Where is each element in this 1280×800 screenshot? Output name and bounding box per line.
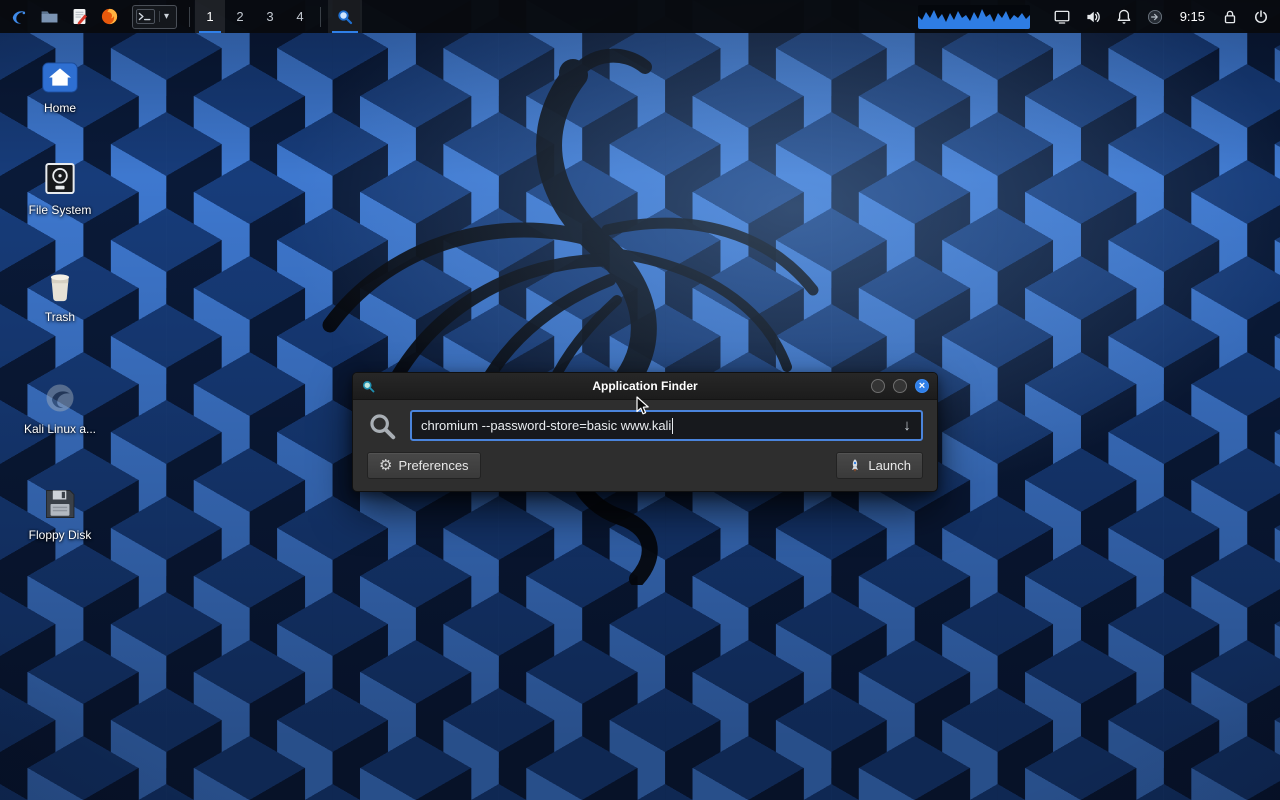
launch-label: Launch	[868, 458, 911, 473]
lock-icon	[1221, 8, 1239, 26]
preferences-button[interactable]: ⚙ Preferences	[367, 452, 481, 479]
application-finder-icon	[361, 379, 376, 394]
trash-icon	[40, 266, 80, 304]
panel-left: ▾ 1 2 3 4	[0, 0, 362, 33]
system-load-graph[interactable]	[918, 5, 1030, 29]
search-icon	[336, 8, 354, 26]
preferences-label: Preferences	[398, 458, 468, 473]
panel-separator	[320, 7, 321, 27]
chevron-down-icon[interactable]: ▾	[159, 11, 173, 22]
search-icon	[367, 411, 397, 441]
clock[interactable]: 9:15	[1175, 9, 1210, 24]
firefox-launcher[interactable]	[94, 0, 124, 33]
desktop-icon-home[interactable]: Home	[12, 60, 108, 117]
firefox-icon	[100, 7, 119, 26]
file-manager-launcher[interactable]	[34, 0, 64, 33]
kali-logo-icon	[10, 7, 29, 26]
desktop-icon-trash[interactable]: Trash	[12, 266, 108, 326]
terminal-launcher-dropdown[interactable]: ▾	[132, 5, 177, 29]
taskbar-application-finder[interactable]	[328, 0, 362, 33]
dialog-body: chromium --password-store=basic www.kali…	[353, 400, 937, 491]
desktop-icon-label: Home	[41, 100, 79, 116]
application-finder-window: Application Finder × chromium --password…	[352, 372, 938, 492]
bell-icon	[1115, 8, 1133, 26]
window-controls: ×	[871, 379, 929, 393]
kali-docs-icon	[40, 380, 80, 416]
display-icon	[1053, 8, 1071, 26]
terminal-icon	[136, 9, 155, 24]
power-icon	[1252, 8, 1270, 26]
desktop-icon-floppy[interactable]: Floppy Disk	[12, 486, 108, 544]
desktop-icon-label: Kali Linux a...	[21, 421, 99, 437]
top-panel: ▾ 1 2 3 4 9:15	[0, 0, 1280, 33]
folder-icon	[40, 7, 59, 26]
maximize-button[interactable]	[893, 379, 907, 393]
command-text: chromium --password-store=basic www.kali	[421, 418, 671, 433]
titlebar[interactable]: Application Finder ×	[353, 373, 937, 400]
launch-button[interactable]: Launch	[836, 452, 923, 479]
workspace-4[interactable]: 4	[285, 0, 315, 33]
window-title: Application Finder	[353, 379, 937, 393]
workspace-2[interactable]: 2	[225, 0, 255, 33]
desktop-icon-label: File System	[26, 202, 95, 218]
workspace-1[interactable]: 1	[195, 0, 225, 33]
close-button[interactable]: ×	[915, 379, 929, 393]
lock-screen-button[interactable]	[1219, 4, 1241, 30]
text-editor-icon	[70, 7, 89, 26]
desktop: ▾ 1 2 3 4 9:15	[0, 0, 1280, 800]
history-dropdown-button[interactable]: ↓	[895, 414, 919, 437]
volume-tray[interactable]	[1082, 4, 1104, 30]
notifications-tray[interactable]	[1113, 4, 1135, 30]
text-editor-launcher[interactable]	[64, 0, 94, 33]
kali-menu-button[interactable]	[4, 0, 34, 33]
network-tray[interactable]	[1144, 4, 1166, 30]
display-settings-tray[interactable]	[1051, 4, 1073, 30]
launch-icon	[848, 458, 862, 473]
command-input[interactable]: chromium --password-store=basic www.kali…	[410, 410, 923, 441]
desktop-icon-kali-docs[interactable]: Kali Linux a...	[12, 380, 108, 438]
panel-right: 9:15	[918, 0, 1280, 33]
logout-button[interactable]	[1250, 4, 1272, 30]
minimize-button[interactable]	[871, 379, 885, 393]
network-icon	[1146, 8, 1164, 26]
workspace-3[interactable]: 3	[255, 0, 285, 33]
gear-icon: ⚙	[379, 458, 392, 473]
desktop-icon-label: Floppy Disk	[26, 527, 95, 543]
text-caret	[672, 418, 673, 434]
speaker-icon	[1084, 8, 1102, 26]
panel-separator	[189, 7, 190, 27]
desktop-icon-filesystem[interactable]: File System	[12, 160, 108, 219]
desktop-icon-label: Trash	[42, 309, 78, 325]
floppy-icon	[40, 486, 80, 522]
home-icon	[40, 60, 80, 95]
filesystem-icon	[40, 160, 80, 197]
